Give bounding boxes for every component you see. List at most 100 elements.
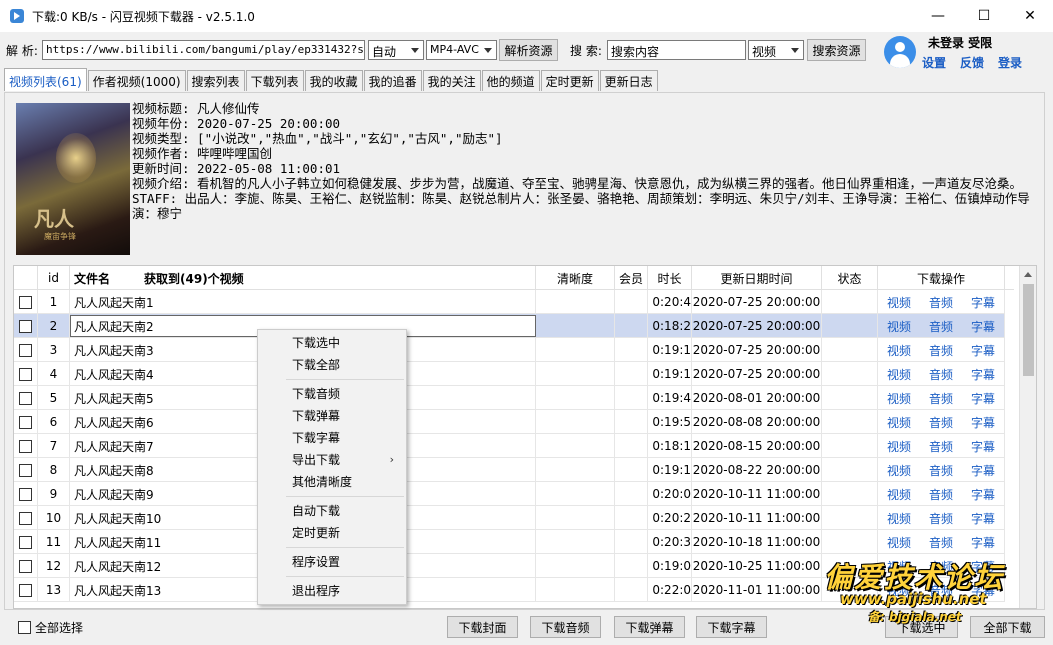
header-duration[interactable]: 时长 [648,266,692,290]
table-row[interactable]: 6 凡人风起天南6 0:19:5 2020-08-08 20:00:00 视频 音频 字幕 [14,410,1005,434]
scroll-up-icon[interactable] [1024,272,1032,277]
row-checkbox[interactable] [19,535,32,549]
tab-video-list[interactable]: 视频列表(61) [4,68,87,91]
download-subtitle-link[interactable]: 字幕 [971,342,995,359]
header-status[interactable]: 状态 [822,266,878,290]
menu-scheduled-update[interactable]: 定时更新 [258,522,406,544]
row-checkbox-cell[interactable] [14,506,38,530]
download-video-link[interactable]: 视频 [887,510,911,527]
maximize-button[interactable]: ☐ [961,0,1007,32]
tab-author-videos[interactable]: 作者视频(1000) [87,70,186,91]
url-input[interactable]: https://www.bilibili.com/bangumi/play/ep… [42,40,365,60]
row-checkbox[interactable] [19,583,32,597]
header-updated[interactable]: 更新日期时间 [692,266,822,290]
row-checkbox[interactable] [19,295,32,309]
download-video-link[interactable]: 视频 [887,486,911,503]
download-subtitle-link[interactable]: 字幕 [971,534,995,551]
tab-my-bangumi[interactable]: 我的追番 [363,70,422,91]
row-checkbox-cell[interactable] [14,410,38,434]
download-video-link[interactable]: 视频 [887,438,911,455]
download-video-link[interactable]: 视频 [887,342,911,359]
row-checkbox[interactable] [19,487,32,501]
minimize-button[interactable]: — [915,0,961,32]
row-checkbox-cell[interactable] [14,530,38,554]
table-row[interactable]: 4 凡人风起天南4 0:19:1 2020-07-25 20:00:00 视频 音频 字幕 [14,362,1005,386]
row-checkbox-cell[interactable] [14,290,38,314]
mode-select[interactable]: 自动 [368,40,424,60]
menu-program-settings[interactable]: 程序设置 [258,551,406,573]
row-checkbox[interactable] [19,367,32,381]
table-row[interactable]: 7 凡人风起天南7 0:18:1 2020-08-15 20:00:00 视频 音频 字幕 [14,434,1005,458]
tab-search-list[interactable]: 搜索列表 [186,70,245,91]
menu-download-selected[interactable]: 下载选中 [258,332,406,354]
download-video-link[interactable]: 视频 [887,318,911,335]
header-id[interactable]: id [38,266,70,290]
menu-download-subtitle[interactable]: 下载字幕 [258,427,406,449]
tab-changelog[interactable]: 更新日志 [599,70,658,91]
avatar[interactable] [884,36,916,68]
download-video-link[interactable]: 视频 [887,294,911,311]
row-checkbox-cell[interactable] [14,458,38,482]
menu-download-all[interactable]: 下载全部 [258,354,406,376]
menu-other-quality[interactable]: 其他清晰度 [258,471,406,493]
download-cover-button[interactable]: 下载封面 [447,616,518,638]
row-checkbox-cell[interactable] [14,578,38,602]
row-checkbox[interactable] [19,319,32,333]
header-member[interactable]: 会员 [615,266,648,290]
menu-exit-program[interactable]: 退出程序 [258,580,406,602]
download-subtitle-link[interactable]: 字幕 [971,510,995,527]
table-row[interactable]: 8 凡人风起天南8 0:19:1 2020-08-22 20:00:00 视频 音频 字幕 [14,458,1005,482]
download-subtitle-link[interactable]: 字幕 [971,318,995,335]
download-video-link[interactable]: 视频 [887,462,911,479]
download-audio-link[interactable]: 音频 [929,294,953,311]
download-audio-link[interactable]: 音频 [929,342,953,359]
tab-my-following[interactable]: 我的关注 [422,70,481,91]
header-actions[interactable]: 下载操作 [878,266,1005,290]
settings-link[interactable]: 设置 [922,54,946,71]
select-all-checkbox[interactable] [18,621,31,634]
menu-export-download[interactable]: 导出下载 › [258,449,406,471]
search-input[interactable]: 搜索内容 [607,40,746,60]
download-video-link[interactable]: 视频 [887,414,911,431]
table-row[interactable]: 5 凡人风起天南5 0:19:4 2020-08-01 20:00:00 视频 音频 字幕 [14,386,1005,410]
close-button[interactable]: ✕ [1007,0,1053,32]
download-audio-link[interactable]: 音频 [929,318,953,335]
table-row[interactable]: 10 凡人风起天南10 0:20:2 2020-10-11 11:00:00 视频 音频字… [14,506,1005,530]
filename-cell[interactable]: 凡人风起天南1 [70,290,536,314]
table-row[interactable]: 2 凡人风起天南2 0:18:2 2020-07-25 20:00:00 视频 音频 字幕 [14,314,1005,338]
format-select[interactable]: MP4-AVC [426,40,497,60]
tab-my-favorites[interactable]: 我的收藏 [304,70,363,91]
menu-download-danmaku[interactable]: 下载弹幕 [258,405,406,427]
row-checkbox-cell[interactable] [14,338,38,362]
row-checkbox[interactable] [19,415,32,429]
download-audio-button[interactable]: 下载音频 [530,616,601,638]
download-subtitle-link[interactable]: 字幕 [971,438,995,455]
download-subtitle-link[interactable]: 字幕 [971,366,995,383]
download-video-link[interactable]: 视频 [887,390,911,407]
row-checkbox-cell[interactable] [14,314,38,338]
download-audio-link[interactable]: 音频 [929,462,953,479]
row-checkbox[interactable] [19,343,32,357]
download-subtitle-link[interactable]: 字幕 [971,414,995,431]
tab-download-list[interactable]: 下载列表 [245,70,304,91]
select-all[interactable]: 全部选择 [18,619,83,636]
download-danmaku-button[interactable]: 下载弹幕 [614,616,685,638]
search-type-select[interactable]: 视频 [748,40,804,60]
row-checkbox-cell[interactable] [14,362,38,386]
tab-scheduled-update[interactable]: 定时更新 [540,70,599,91]
login-link[interactable]: 登录 [998,54,1022,71]
row-checkbox[interactable] [19,463,32,477]
download-subtitle-button[interactable]: 下载字幕 [696,616,767,638]
download-subtitle-link[interactable]: 字幕 [971,390,995,407]
header-filename[interactable]: 文件名 获取到(49)个视频 [70,266,536,290]
download-video-link[interactable]: 视频 [887,534,911,551]
parse-button[interactable]: 解析资源 [499,39,558,61]
download-subtitle-link[interactable]: 字幕 [971,462,995,479]
menu-download-audio[interactable]: 下载音频 [258,383,406,405]
tab-their-channel[interactable]: 他的频道 [481,70,540,91]
table-row[interactable]: 1 凡人风起天南1 0:20:4 2020-07-25 20:00:00 视频 音频 字幕 [14,290,1005,314]
download-audio-link[interactable]: 音频 [929,534,953,551]
table-row[interactable]: 11 凡人风起天南11 0:20:3 2020-10-18 11:00:00 视频 音频字… [14,530,1005,554]
row-checkbox[interactable] [19,391,32,405]
row-checkbox[interactable] [19,511,32,525]
